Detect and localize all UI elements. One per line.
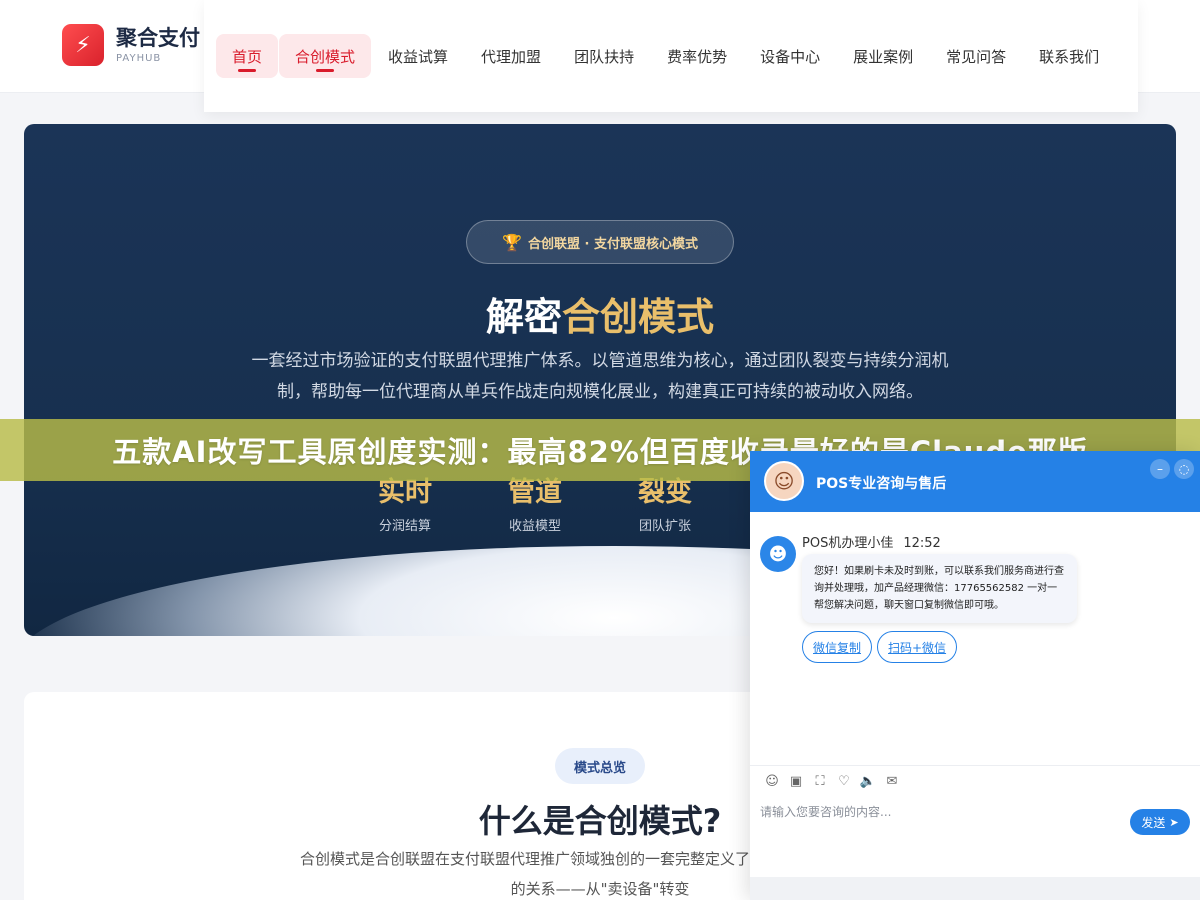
nav-agent-join[interactable]: 代理加盟 — [465, 34, 557, 78]
agent-name: POS机办理小佳 — [802, 536, 894, 551]
nav-earnings-calc[interactable]: 收益试算 — [372, 34, 464, 78]
chat-message-bubble: 您好！如果刷卡未及时到账，可以联系我们服务商进行查询并处理哦，加产品经理微信：1… — [802, 554, 1077, 623]
chat-header-title: POS专业咨询与售后 — [816, 476, 947, 492]
chat-toolbar: ☺ ▣ ⛶ ♡ 🔈 ✉ — [760, 771, 904, 791]
agent-meta: POS机办理小佳 12:52 — [802, 532, 941, 551]
send-arrow-icon: ➤ — [1169, 815, 1179, 829]
send-button-label: 发送 — [1141, 815, 1166, 830]
minimize-icon[interactable]: – — [1150, 459, 1170, 479]
nav-device-center[interactable]: 设备中心 — [744, 34, 836, 78]
trophy-icon: 🏆 — [502, 232, 522, 252]
hero-badge-text: 合创联盟 · 支付联盟核心模式 — [527, 236, 698, 252]
nav-hechuang-mode[interactable]: 合创模式 — [279, 34, 372, 78]
nav-home[interactable]: 首页 — [216, 34, 279, 78]
main-nav: 首页 合创模式 收益试算 代理加盟 团队扶持 费率优势 设备中心 展业案例 常见… — [204, 0, 1138, 112]
logo-text: 聚合支付 PAYHUB — [116, 26, 200, 64]
stat-label: 分润结算 — [378, 519, 431, 534]
chat-bubble-icon[interactable]: ◌ — [1174, 459, 1194, 479]
chat-history-icon[interactable]: ✉ — [880, 771, 904, 791]
quick-reply-copy-wechat[interactable]: 微信复制 — [802, 631, 873, 663]
chat-header: ☺ POS专业咨询与售后 – ◌ — [750, 451, 1200, 512]
support-avatar-icon: ☺ — [764, 461, 804, 501]
agent-avatar-icon: ☻ — [760, 536, 796, 572]
emoji-icon[interactable]: ☺ — [760, 771, 784, 791]
site-logo[interactable]: ⚡ 聚合支付 PAYHUB — [62, 24, 200, 66]
hero-badge: 🏆 合创联盟 · 支付联盟核心模式 — [466, 220, 734, 264]
brand-name: 聚合支付 — [116, 26, 200, 50]
chat-divider — [750, 765, 1200, 766]
nav-contact[interactable]: 联系我们 — [1023, 34, 1115, 78]
screenshot-icon[interactable]: ⛶ — [808, 771, 832, 791]
hero-title-gold: 合创模式 — [562, 295, 715, 339]
sound-icon[interactable]: 🔈 — [856, 771, 880, 791]
section-pill: 模式总览 — [555, 748, 645, 784]
image-icon[interactable]: ▣ — [784, 771, 808, 791]
hero-title-plain: 解密 — [485, 295, 562, 339]
chat-widget: ☺ POS专业咨询与售后 – ◌ ☻ POS机办理小佳 12:52 您好！如果刷卡… — [750, 451, 1200, 900]
nav-cases[interactable]: 展业案例 — [837, 34, 929, 78]
stat-label: 团队扩张 — [638, 519, 691, 534]
message-time: 12:52 — [903, 536, 941, 551]
rating-icon[interactable]: ♡ — [832, 771, 856, 791]
nav-team-support[interactable]: 团队扶持 — [558, 34, 650, 78]
hero-title: 解密合创模式 — [24, 286, 1176, 341]
send-button[interactable]: 发送 ➤ — [1130, 809, 1190, 835]
hero-description: 一套经过市场验证的支付联盟代理推广体系。以管道思维为核心，通过团队裂变与持续分润… — [251, 351, 949, 402]
lightning-icon: ⚡ — [62, 24, 104, 66]
nav-faq[interactable]: 常见问答 — [930, 34, 1022, 78]
chat-footer — [750, 877, 1200, 900]
chat-message-input[interactable] — [760, 801, 1120, 823]
nav-rate-advantage[interactable]: 费率优势 — [651, 34, 743, 78]
quick-reply-scan-wechat[interactable]: 扫码+微信 — [877, 631, 958, 663]
brand-subtitle: PAYHUB — [116, 53, 162, 64]
stat-label: 收益模型 — [508, 519, 561, 534]
